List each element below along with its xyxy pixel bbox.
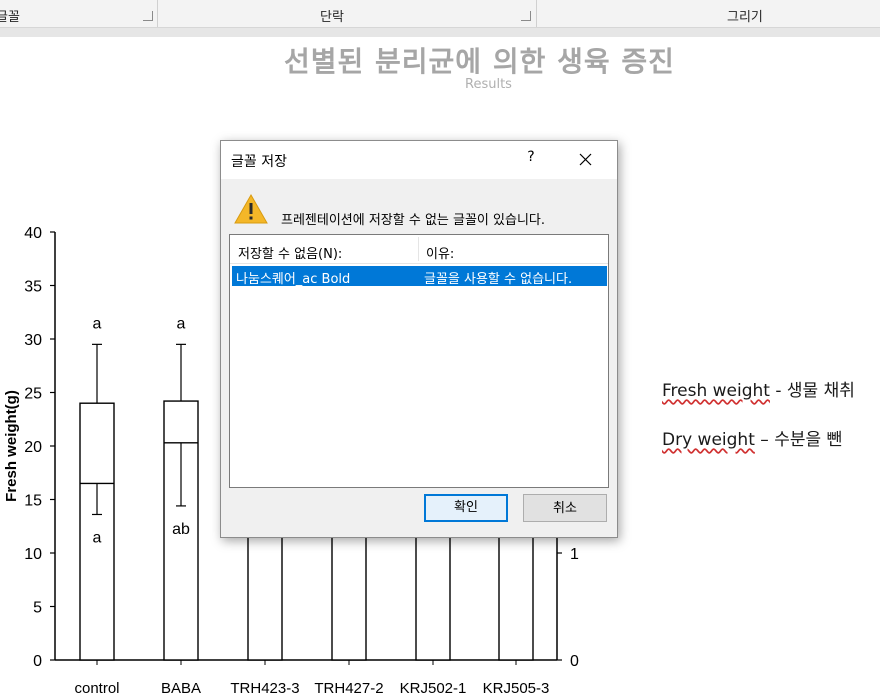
y-tick-label: 10 [24,546,42,563]
y-tick-label: 35 [24,279,42,296]
reason-cell: 글꼴을 사용할 수 없습니다. [424,272,573,287]
dialog-body: 프레젠테이션에 저장할 수 없는 글꼴이 있습니다. 저장할 수 없음(N): … [221,179,617,537]
y-tick-label: 15 [24,493,42,510]
column-header-reason[interactable]: 이유: [426,243,454,262]
right-axis-tick-label: 0 [570,653,579,670]
column-header-font[interactable]: 저장할 수 없음(N): [238,243,342,262]
help-button[interactable]: ? [521,149,541,165]
x-tick-label: KRJ502-1 [400,680,467,696]
y-tick-label: 30 [24,332,42,349]
note-description: 수분을 뺀 [774,430,843,450]
y-tick-label: 25 [24,386,42,403]
note-fresh-weight[interactable]: Fresh weight - 생물 채취 [662,376,855,401]
close-button[interactable] [571,145,599,173]
warning-message: 프레젠테이션에 저장할 수 없는 글꼴이 있습니다. [281,213,545,228]
note-dry-weight[interactable]: Dry weight – 수분을 뺀 [662,425,842,450]
note-term: Fresh weight [662,381,770,401]
x-tick-label: BABA [161,680,201,696]
y-tick-label: 20 [24,439,42,456]
significance-letter: a [93,529,102,546]
dialog-title: 글꼴 저장 [231,154,287,170]
right-axis-tick-label: 1 [570,546,579,563]
cancel-button[interactable]: 취소 [523,494,607,522]
x-tick-label: control [74,680,119,696]
note-description: 생물 채취 [786,381,855,401]
save-fonts-dialog[interactable]: 글꼴 저장 ? 프레젠테이션에 저장할 수 없는 글꼴이 있습니다. 저장할 수… [220,140,618,538]
y-tick-label: 5 [33,600,42,617]
note-separator: - [769,381,787,401]
close-icon [579,153,592,166]
y-tick-label: 40 [24,225,42,242]
note-separator: – [754,430,775,450]
x-tick-label: TRH423-3 [230,680,299,696]
list-header: 저장할 수 없음(N): 이유: [230,235,608,264]
list-item[interactable]: 나눔스퀘어_ac Bold 글꼴을 사용할 수 없습니다. [232,266,607,287]
font-name-cell: 나눔스퀘어_ac Bold [236,272,351,287]
significance-letter: a [93,315,102,332]
ok-button[interactable]: 확인 [424,494,508,522]
x-tick-label: KRJ505-3 [483,680,550,696]
y-axis-label: Fresh weight(g) [3,390,20,502]
warning-icon [234,193,268,224]
column-divider[interactable] [418,237,419,261]
significance-letter: a [177,315,186,332]
x-tick-label: TRH427-2 [314,680,383,696]
note-term: Dry weight [662,430,755,450]
significance-letter: ab [172,521,190,538]
y-tick-label: 0 [33,653,42,670]
unsaved-fonts-list[interactable]: 저장할 수 없음(N): 이유: 나눔스퀘어_ac Bold 글꼴을 사용할 수… [229,234,609,488]
